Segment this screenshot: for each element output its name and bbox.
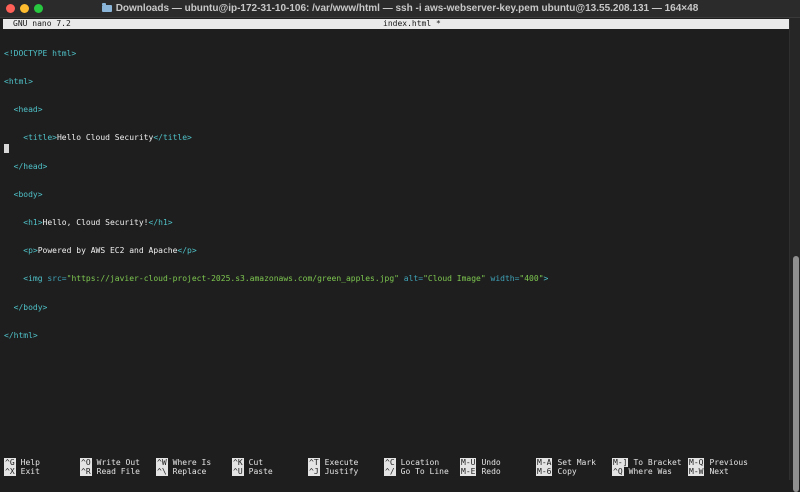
shortcut-previous[interactable]: M-Q Previous xyxy=(688,458,748,467)
shortcut-to-bracket[interactable]: M-] To Bracket xyxy=(612,458,682,467)
shortcut-justify[interactable]: ^J Justify xyxy=(308,467,358,477)
shortcut-next[interactable]: M-W Next xyxy=(688,467,729,477)
shortcut-location[interactable]: ^C Location xyxy=(384,458,439,467)
code-line: <title>Hello Cloud Security</title> xyxy=(23,133,192,143)
shortcut-go-to-line[interactable]: ^/Go To Line xyxy=(384,467,449,477)
shortcut-execute[interactable]: ^T Execute xyxy=(308,458,358,467)
terminal-area[interactable]: GNU nano 7.2 index.html * <!DOCTYPE html… xyxy=(0,18,790,480)
text-cursor xyxy=(4,144,9,153)
vertical-scrollbar[interactable] xyxy=(789,18,800,492)
nano-filename: index.html * xyxy=(383,19,441,28)
scrollbar-thumb[interactable] xyxy=(793,256,799,492)
shortcut-copy[interactable]: M-6 Copy xyxy=(536,467,577,477)
window-title: Downloads — ubuntu@ip-172-31-10-106: /va… xyxy=(115,3,699,14)
window-title-area: Downloads — ubuntu@ip-172-31-10-106: /va… xyxy=(0,0,800,17)
code-line: <img src="https://javier-cloud-project-2… xyxy=(23,274,549,284)
shortcut-replace[interactable]: ^\ Replace xyxy=(156,467,206,477)
code-line: </html> xyxy=(4,330,38,340)
shortcut-read-file[interactable]: ^R Read File xyxy=(80,467,140,477)
shortcut-exit[interactable]: ^X Exit xyxy=(4,467,40,477)
shortcut-where-was[interactable]: ^Q Where Was xyxy=(612,467,672,477)
shortcut-undo[interactable]: M-U Undo xyxy=(460,458,501,467)
shortcut-redo[interactable]: M-E Redo xyxy=(460,467,501,477)
terminal-window: Downloads — ubuntu@ip-172-31-10-106: /va… xyxy=(0,0,800,492)
code-line: <p>Powered by AWS EC2 and Apache</p> xyxy=(23,246,197,256)
shortcut-set-mark[interactable]: M-A Set Mark xyxy=(536,458,596,467)
shortcut-cut[interactable]: ^K Cut xyxy=(232,458,263,467)
code-line: <body> xyxy=(4,189,43,199)
shortcut-where-is[interactable]: ^W Where Is xyxy=(156,458,211,467)
code-line: <html> xyxy=(4,77,33,87)
nano-header-bar: GNU nano 7.2 index.html * xyxy=(3,19,790,29)
code-line: </head> xyxy=(4,161,48,171)
nano-shortcut-bar: ^G Help ^X Exit ^O Write Out ^R Read File ^W… xyxy=(4,458,784,478)
code-line: <!DOCTYPE html> xyxy=(4,48,77,58)
editor-buffer[interactable]: <!DOCTYPE html> <html> <head> <title>Hel… xyxy=(4,30,548,359)
shortcut-help[interactable]: ^G Help xyxy=(4,458,40,467)
shortcut-paste[interactable]: ^U Paste xyxy=(232,467,273,477)
shortcut-write-out[interactable]: ^O Write Out xyxy=(80,458,140,467)
folder-icon xyxy=(101,3,112,12)
nano-version: GNU nano 7.2 xyxy=(13,19,71,28)
title-bar[interactable]: Downloads — ubuntu@ip-172-31-10-106: /va… xyxy=(0,0,800,18)
code-line: <head> xyxy=(4,105,43,115)
code-line: <h1>Hello, Cloud Security!</h1> xyxy=(23,218,173,228)
code-line: </body> xyxy=(4,302,48,312)
